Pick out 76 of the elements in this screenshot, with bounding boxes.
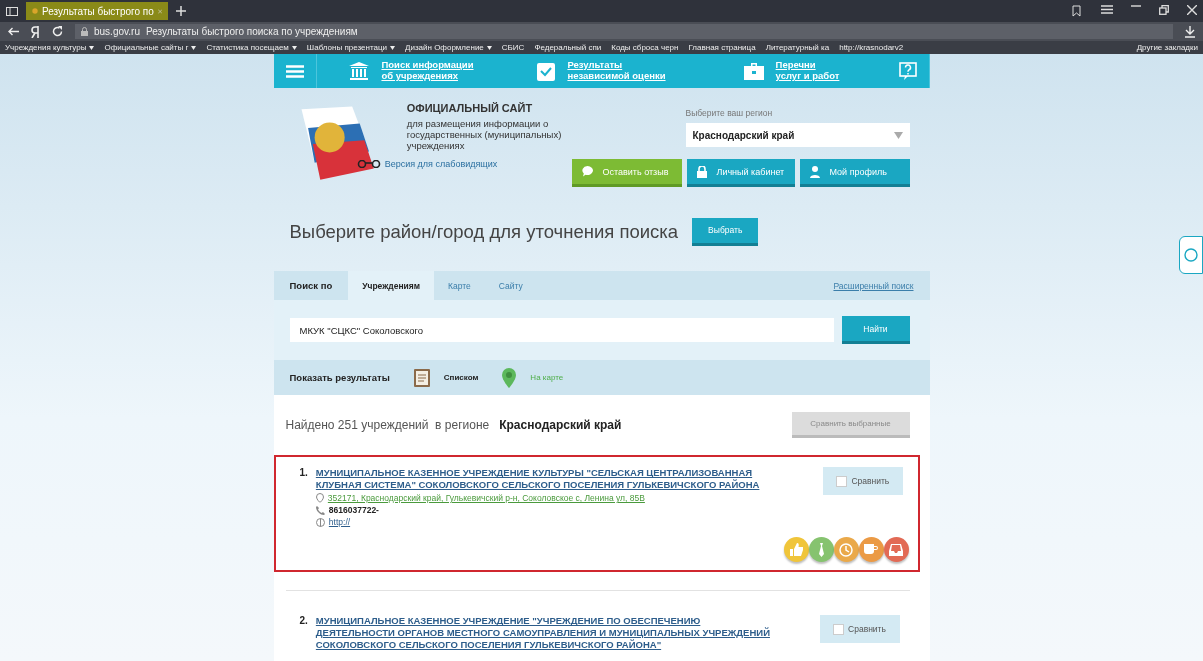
- dropdown-caret-icon: [486, 45, 492, 50]
- side-widget[interactable]: [1179, 236, 1203, 274]
- search-tab[interactable]: Учреждениям: [348, 271, 434, 301]
- found-region: Краснодарский край: [499, 418, 622, 433]
- phone-number: 8616037722-: [328, 505, 379, 516]
- sidebar-icon[interactable]: [6, 6, 18, 16]
- bookmark-item[interactable]: Учреждения культуры: [5, 43, 95, 52]
- browser-tab[interactable]: Результаты быстрого по: [26, 2, 168, 20]
- view-option[interactable]: Списком: [443, 373, 479, 383]
- bookmark-item[interactable]: http://krasnodarv2: [839, 43, 904, 52]
- building-icon: [349, 62, 370, 80]
- lock-icon: [81, 27, 88, 36]
- dropdown-caret-icon: [191, 45, 197, 50]
- search-field[interactable]: МКУК "СЦКС" Соколовского: [289, 318, 834, 343]
- restore-icon[interactable]: [1159, 5, 1169, 15]
- clipboard-check-icon: [537, 61, 556, 81]
- speech-bubble-icon: [581, 166, 593, 177]
- plus-icon[interactable]: [176, 6, 186, 16]
- result-number: 2.: [299, 615, 308, 629]
- search-tab[interactable]: Сайту: [484, 271, 537, 301]
- low-vision-link[interactable]: Версия для слабовидящих: [356, 159, 562, 169]
- rating-badge[interactable]: [883, 537, 909, 563]
- result-number: 1.: [299, 467, 308, 481]
- bookmark-icon[interactable]: [1072, 5, 1083, 17]
- region-label: Выберите ваш регион: [685, 108, 774, 118]
- advanced-search-link[interactable]: Расширенный поиск: [833, 280, 914, 291]
- tab-title: Результаты быстрого по: [42, 5, 154, 17]
- region-select[interactable]: Краснодарский край: [685, 123, 910, 147]
- show-results-label: Показать результаты: [289, 372, 390, 384]
- dropdown-caret-icon: [291, 45, 297, 50]
- browser-logo-icon[interactable]: [31, 25, 40, 38]
- search-tab[interactable]: Карте: [434, 271, 485, 301]
- bookmark-item[interactable]: Коды сброса черн: [611, 43, 679, 52]
- bookmark-item[interactable]: Дизайн Оформление: [405, 43, 492, 52]
- address-bar[interactable]: bus.gov.ru Результаты быстрого поиска по учреждениям: [75, 24, 1173, 39]
- other-bookmarks[interactable]: Другие закладки: [1136, 43, 1198, 52]
- compare-checkbox[interactable]: Сравнить: [822, 467, 903, 496]
- reload-icon[interactable]: [52, 26, 63, 37]
- institution-link[interactable]: МУНИЦИПАЛЬНОЕ КАЗЕННОЕ УЧРЕЖДЕНИЕ "УЧРЕЖДЕНИЕ ПО ОБЕСПЕЧЕНИЮ ДЕЯТЕЛЬНОСТИ ОРГАНОВ МЕСТНОГО САМОУПРАВЛЕНИЯ И МУНИЦИПАЛЬНЫХ УЧРЕЖДЕНИЙ СОКОЛОВСКОГО СЕЛЬСКОГО ПОСЕЛЕНИЯ ГУЛЬКЕВИЧСКОГО РАЙОНА": [315, 615, 776, 652]
- user-icon: [809, 165, 820, 178]
- district-prompt: Выберите район/город для уточнения поиска: [289, 220, 679, 243]
- thumbs-up-icon: [789, 543, 803, 557]
- download-icon[interactable]: [1185, 25, 1195, 38]
- website-link[interactable]: http://: [328, 517, 351, 528]
- globe-icon: [315, 517, 325, 527]
- dropdown-caret-icon: [893, 131, 903, 139]
- phone-icon: [315, 505, 325, 515]
- bookmark-item[interactable]: Официальные сайты г: [104, 43, 197, 52]
- bookmark-item[interactable]: СБИС: [501, 43, 525, 52]
- bookmark-item[interactable]: Литературный ка: [765, 43, 830, 52]
- compare-checkbox[interactable]: Сравнить: [819, 615, 900, 644]
- glasses-icon: [356, 160, 381, 168]
- clock-icon: [839, 542, 854, 557]
- menu-icon[interactable]: [1101, 5, 1113, 14]
- inbox-icon: [889, 543, 904, 556]
- dropdown-caret-icon: [89, 45, 95, 50]
- search-by-label: Поиск по: [289, 279, 333, 294]
- map-pin-icon: [502, 367, 517, 388]
- location-pin-icon: [315, 493, 324, 504]
- clipboard-icon: [413, 368, 430, 387]
- found-count: Найдено 251 учреждений в регионе: [285, 418, 490, 433]
- site-title: ОФИЦИАЛЬНЫЙ САЙТ: [406, 102, 534, 114]
- bookmark-item[interactable]: Федеральный спи: [534, 43, 602, 52]
- site-subtitle: для размещения информации о государственных (муниципальных) учреждениях: [406, 118, 562, 151]
- dropdown-caret-icon: [390, 45, 396, 50]
- lock-icon: [696, 165, 707, 178]
- bookmark-item[interactable]: Статистика посещаем: [206, 43, 297, 52]
- bookmark-item[interactable]: Главная страница: [688, 43, 756, 52]
- cup-icon: [864, 544, 879, 556]
- close-icon[interactable]: [1187, 5, 1197, 15]
- tie-icon: [817, 542, 825, 557]
- institution-link[interactable]: МУНИЦИПАЛЬНОЕ КАЗЕННОЕ УЧРЕЖДЕНИЕ КУЛЬТУРЫ "СЕЛЬСКАЯ ЦЕНТРАЛИЗОВАННАЯ КЛУБНАЯ СИСТЕМА" СОКОЛОВСКОГО СЕЛЬСКОГО ПОСЕЛЕНИЯ ГУЛЬКЕВИЧСКОГО РАЙОНА: [315, 467, 776, 492]
- back-arrow-icon[interactable]: [8, 27, 19, 36]
- address-link[interactable]: 352171, Краснодарский край, Гулькевичский р-н, Соколовское с, Ленина ул, 85В: [327, 493, 645, 504]
- briefcase-icon: [743, 62, 764, 80]
- bookmark-item[interactable]: Шаблоны презентаци: [306, 43, 396, 52]
